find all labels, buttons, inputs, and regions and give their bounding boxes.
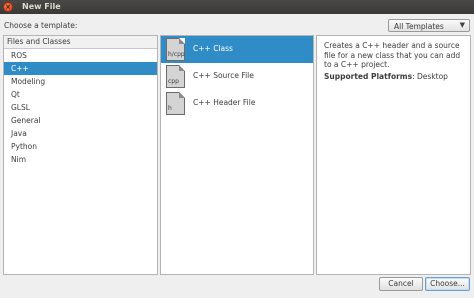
category-items: ROS C++ Modeling Qt GLSL General Java Py… xyxy=(4,49,157,166)
category-item-modeling[interactable]: Modeling xyxy=(4,75,157,88)
supported-platforms-label: Supported Platforms xyxy=(324,72,413,81)
template-label: C++ Header File xyxy=(193,98,256,107)
supported-platforms-value: : Desktop xyxy=(412,72,448,81)
template-filter-value: All Templates xyxy=(394,22,444,31)
description-panel: Creates a C++ header and a source file f… xyxy=(316,35,471,275)
template-item-cpp-header[interactable]: h C++ Header File xyxy=(161,90,313,117)
category-list: Files and Classes ROS C++ Modeling Qt GL… xyxy=(3,35,158,275)
chevron-down-icon: ▼ xyxy=(459,21,465,29)
file-icon: cpp xyxy=(166,65,185,88)
file-icon-label: h xyxy=(168,105,172,112)
choose-button[interactable]: Choose... xyxy=(425,277,470,291)
supported-platforms: Supported Platforms: Desktop xyxy=(324,72,448,81)
template-label: C++ Class xyxy=(193,44,233,53)
file-icon: h xyxy=(166,92,185,115)
template-item-cpp-source[interactable]: cpp C++ Source File xyxy=(161,63,313,90)
category-list-header: Files and Classes xyxy=(4,36,157,49)
cancel-button[interactable]: Cancel xyxy=(379,277,423,291)
template-filter-dropdown[interactable]: All Templates ▼ xyxy=(388,19,470,32)
template-list: h/cpp C++ Class cpp C++ Source File h C+… xyxy=(160,35,314,275)
file-icon: h/cpp xyxy=(166,38,185,61)
file-icon-label: h/cpp xyxy=(168,51,185,58)
category-item-cpp[interactable]: C++ xyxy=(4,62,157,75)
choose-template-label: Choose a template: xyxy=(4,21,78,30)
title-bar: × New File xyxy=(0,0,474,14)
category-item-general[interactable]: General xyxy=(4,114,157,127)
close-icon[interactable]: × xyxy=(3,2,13,12)
file-icon-label: cpp xyxy=(168,78,179,85)
template-description: Creates a C++ header and a source file f… xyxy=(324,41,461,69)
category-item-python[interactable]: Python xyxy=(4,140,157,153)
category-item-ros[interactable]: ROS xyxy=(4,49,157,62)
window-title: New File xyxy=(22,2,61,11)
template-label: C++ Source File xyxy=(193,71,254,80)
category-item-glsl[interactable]: GLSL xyxy=(4,101,157,114)
category-item-nim[interactable]: Nim xyxy=(4,153,157,166)
template-item-cpp-class[interactable]: h/cpp C++ Class xyxy=(161,36,313,63)
category-item-qt[interactable]: Qt xyxy=(4,88,157,101)
category-item-java[interactable]: Java xyxy=(4,127,157,140)
